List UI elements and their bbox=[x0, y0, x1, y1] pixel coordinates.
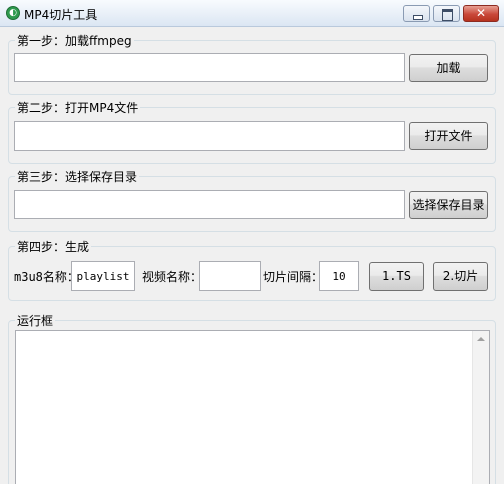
maximize-icon bbox=[434, 6, 459, 21]
minimize-button[interactable] bbox=[403, 5, 430, 22]
ffmpeg-path-input[interactable] bbox=[15, 54, 404, 81]
m3u8-name-label: m3u8名称： bbox=[14, 270, 79, 284]
choose-save-dir-button[interactable]: 选择保存目录 bbox=[409, 191, 488, 219]
step4-title: 第四步：生成 bbox=[15, 238, 92, 255]
slice-interval-input[interactable] bbox=[320, 262, 358, 290]
step2-title: 第二步：打开MP4文件 bbox=[15, 99, 141, 116]
close-button[interactable]: ✕ bbox=[463, 5, 499, 22]
slice-interval-field[interactable] bbox=[319, 261, 359, 291]
log-title: 运行框 bbox=[15, 312, 56, 329]
load-ffmpeg-button[interactable]: 加载 bbox=[409, 54, 488, 82]
m3u8-name-field[interactable] bbox=[71, 261, 135, 291]
scroll-up-icon[interactable] bbox=[477, 337, 485, 341]
window-title: MP4切片工具 bbox=[24, 8, 98, 22]
app-icon: ◐ bbox=[6, 6, 20, 20]
title-bar: ◐ MP4切片工具 ✕ bbox=[0, 0, 504, 27]
minimize-icon bbox=[404, 6, 429, 21]
log-output[interactable] bbox=[15, 330, 490, 484]
open-file-button[interactable]: 打开文件 bbox=[409, 122, 488, 150]
mp4-path-input[interactable] bbox=[15, 122, 404, 150]
video-name-input[interactable] bbox=[200, 262, 260, 290]
mp4-path-field[interactable] bbox=[14, 121, 405, 151]
save-dir-field[interactable] bbox=[14, 190, 405, 219]
save-dir-input[interactable] bbox=[15, 191, 404, 218]
video-name-field[interactable] bbox=[199, 261, 261, 291]
slice-button[interactable]: 2.切片 bbox=[433, 262, 488, 291]
ffmpeg-path-field[interactable] bbox=[14, 53, 405, 82]
log-scrollbar[interactable] bbox=[472, 331, 489, 484]
video-name-label: 视频名称： bbox=[142, 270, 203, 284]
ts-button[interactable]: 1.TS bbox=[369, 262, 424, 291]
step3-title: 第三步：选择保存目录 bbox=[15, 168, 140, 185]
close-icon: ✕ bbox=[475, 6, 487, 20]
slice-interval-label: 切片间隔： bbox=[263, 270, 324, 284]
maximize-button[interactable] bbox=[433, 5, 460, 22]
m3u8-name-input[interactable] bbox=[72, 262, 134, 290]
step1-title: 第一步：加载ffmpeg bbox=[15, 32, 134, 49]
